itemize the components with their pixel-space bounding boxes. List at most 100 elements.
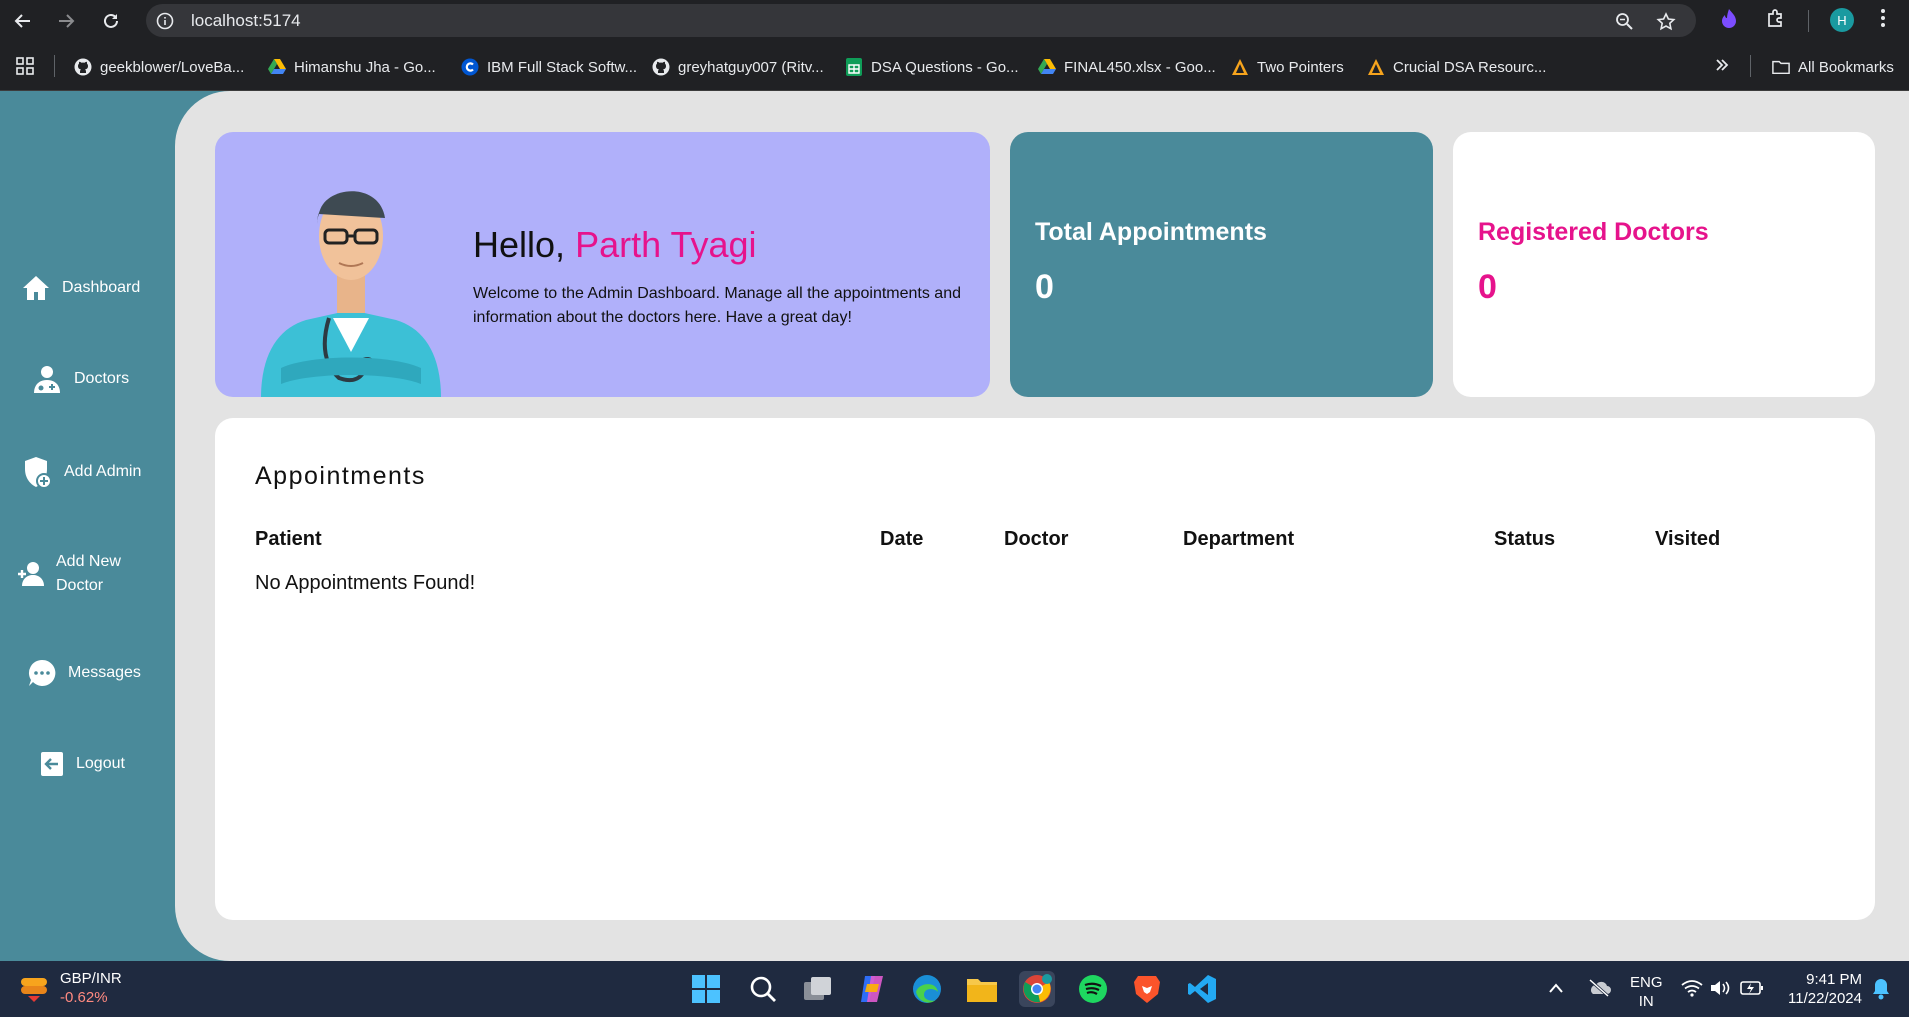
sidebar-item-label: Messages	[68, 664, 141, 681]
sidebar-item-add-admin[interactable]: Add Admin	[24, 456, 141, 488]
start-button[interactable]	[688, 971, 724, 1007]
total-appointments-card: Total Appointments 0	[1010, 132, 1433, 397]
sidebar-item-doctors[interactable]: Doctors	[32, 364, 129, 394]
bookmark-item[interactable]: geekblower/LoveBa...	[74, 56, 244, 78]
volume-icon[interactable]	[1710, 979, 1732, 1002]
clock-time: 9:41 PM	[1806, 971, 1862, 988]
copilot-app[interactable]	[854, 971, 890, 1007]
language-line1: ENG	[1630, 974, 1663, 991]
vscode-icon	[1188, 975, 1216, 1003]
greeting-word: Hello,	[473, 224, 566, 265]
column-header-patient: Patient	[255, 528, 322, 550]
sidebar-item-messages[interactable]: Messages	[28, 659, 141, 687]
extension-flame-icon[interactable]	[1719, 8, 1739, 35]
zoom-icon[interactable]	[1615, 12, 1633, 35]
google-sheets-icon	[845, 58, 863, 76]
appointments-title: Appointments	[255, 462, 426, 490]
notification-bell-icon[interactable]	[1872, 978, 1890, 1005]
forward-button[interactable]	[53, 8, 79, 34]
column-header-status: Status	[1494, 528, 1556, 550]
battery-icon[interactable]	[1740, 980, 1764, 1001]
ticker-widget[interactable]: GBP/INR -0.62%	[18, 969, 122, 1007]
logout-icon	[41, 752, 63, 776]
doctor-icon	[34, 366, 60, 393]
search-button[interactable]	[745, 971, 781, 1007]
chat-icon	[28, 659, 56, 686]
sidebar-item-dashboard[interactable]: Dashboard	[22, 275, 140, 301]
bookmark-item[interactable]: FINAL450.xlsx - Goo...	[1038, 56, 1216, 78]
home-icon	[23, 276, 49, 300]
vscode-app[interactable]	[1184, 971, 1220, 1007]
wifi-icon[interactable]	[1681, 979, 1703, 1002]
bookmarks-divider	[54, 55, 55, 77]
toolbar-divider	[1808, 10, 1809, 32]
chevron-double-right-icon[interactable]	[1714, 57, 1730, 78]
google-drive-icon	[1038, 58, 1056, 76]
reload-button[interactable]	[98, 8, 124, 34]
all-bookmarks-button[interactable]: All Bookmarks	[1772, 56, 1894, 78]
search-icon	[750, 976, 776, 1002]
extensions-puzzle-icon[interactable]	[1765, 8, 1787, 35]
sidebar-item-label-line2: Doctor	[56, 577, 104, 594]
profile-avatar[interactable]: H	[1830, 8, 1854, 32]
bookmark-item[interactable]: Two Pointers	[1231, 56, 1344, 78]
arrow-left-icon	[14, 14, 30, 28]
language-indicator[interactable]: ENG IN	[1630, 973, 1663, 1011]
bookmark-star-icon[interactable]	[1656, 12, 1676, 37]
spotify-icon	[1079, 975, 1107, 1003]
sidebar-item-logout[interactable]: Logout	[40, 751, 125, 777]
bookmark-item[interactable]: Himanshu Jha - Go...	[268, 56, 436, 78]
site-info-icon[interactable]	[156, 12, 174, 35]
bookmarks-bar: geekblower/LoveBa... Himanshu Jha - Go..…	[0, 41, 1909, 91]
chevron-up-icon[interactable]	[1548, 981, 1564, 999]
taskbar: GBP/INR -0.62% ENG IN 9:41 PM 11/22/2024	[0, 961, 1909, 1017]
sidebar-item-label: Add Admin	[64, 463, 142, 480]
bookmark-item[interactable]: Crucial DSA Resourc...	[1367, 56, 1546, 78]
bookmark-item[interactable]: IBM Full Stack Softw...	[461, 56, 637, 78]
sidebar: Dashboard Doctors Add Admin Add New Docto…	[0, 91, 176, 961]
back-button[interactable]	[10, 8, 36, 34]
bookmark-label: IBM Full Stack Softw...	[487, 58, 638, 76]
bookmark-label: Two Pointers	[1257, 58, 1344, 76]
file-explorer-app[interactable]	[964, 971, 1000, 1007]
task-view-button[interactable]	[800, 971, 836, 1007]
more-menu-icon[interactable]	[1880, 8, 1886, 33]
bookmark-label: Himanshu Jha - Go...	[294, 58, 436, 76]
onedrive-offline-icon[interactable]	[1587, 978, 1611, 1002]
apps-grid-icon[interactable]	[16, 57, 34, 80]
column-header-date: Date	[880, 528, 924, 550]
edge-app[interactable]	[909, 971, 945, 1007]
chrome-app[interactable]	[1019, 971, 1055, 1007]
ticker-change: -0.62%	[60, 989, 108, 1006]
user-name: Parth Tyagi	[575, 224, 757, 265]
address-bar[interactable]: localhost:5174	[146, 4, 1696, 37]
empty-state-text: No Appointments Found!	[255, 572, 476, 594]
clock[interactable]: 9:41 PM 11/22/2024	[1780, 970, 1862, 1008]
add-user-icon	[18, 562, 44, 586]
arrow-right-icon	[59, 14, 75, 28]
brave-app[interactable]	[1129, 971, 1165, 1007]
google-drive-icon	[268, 58, 286, 76]
url-text[interactable]: localhost:5174	[191, 11, 301, 31]
bookmarks-divider	[1750, 55, 1751, 77]
column-header-visited: Visited	[1655, 528, 1721, 550]
brave-icon	[1134, 976, 1160, 1003]
doctor-illustration	[261, 191, 441, 397]
currency-icon	[21, 978, 47, 1002]
stat-value: 0	[1478, 268, 1497, 306]
bookmark-label: geekblower/LoveBa...	[100, 58, 245, 76]
greeting-heading: Hello, Parth Tyagi	[473, 224, 757, 266]
bookmark-item[interactable]: DSA Questions - Go...	[845, 56, 1019, 78]
reload-icon	[104, 13, 118, 28]
site-icon	[1367, 58, 1385, 76]
clock-date: 11/22/2024	[1788, 990, 1862, 1007]
registered-doctors-card: Registered Doctors 0	[1453, 132, 1875, 397]
bookmark-label: FINAL450.xlsx - Goo...	[1064, 58, 1216, 76]
spotify-app[interactable]	[1075, 971, 1111, 1007]
column-header-department: Department	[1183, 528, 1295, 550]
folder-icon	[1772, 58, 1790, 76]
bookmark-item[interactable]: greyhatguy007 (Ritv...	[652, 56, 824, 78]
browser-toolbar: localhost:5174 H	[0, 0, 1909, 41]
sidebar-item-add-new-doctor[interactable]: Add New Doctor	[18, 550, 121, 598]
github-icon	[652, 58, 670, 76]
